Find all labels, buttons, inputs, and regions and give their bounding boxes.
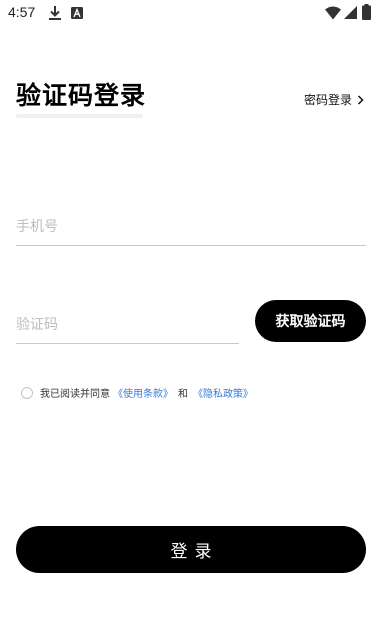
signal-icon	[344, 6, 357, 19]
and-text: 和	[178, 389, 188, 400]
battery-icon	[362, 4, 371, 20]
title-underline	[16, 114, 143, 118]
login-button[interactable]: 登录	[16, 526, 366, 573]
terms-link[interactable]: 《使用条款》	[113, 385, 173, 400]
wifi-icon	[325, 6, 341, 20]
privacy-link[interactable]: 《隐私政策》	[193, 385, 253, 400]
get-code-button[interactable]: 获取验证码	[255, 300, 366, 342]
chevron-right-icon	[357, 94, 364, 105]
a-icon	[71, 7, 83, 19]
status-bar: 4:57	[0, 0, 382, 26]
download-icon	[49, 6, 61, 20]
agreement-row: 我已阅读并同意 《使用条款》 和 《隐私政策》	[21, 385, 253, 400]
code-field	[16, 310, 239, 344]
password-login-label: 密码登录	[304, 93, 353, 107]
agreement-checkbox[interactable]	[21, 386, 33, 399]
agreement-text: 我已阅读并同意	[40, 389, 110, 400]
verification-code-input[interactable]	[16, 310, 239, 340]
phone-field	[16, 212, 366, 246]
password-login-link[interactable]: 密码登录	[304, 91, 364, 108]
page-title: 验证码登录	[16, 81, 147, 110]
status-time: 4:57	[8, 4, 36, 20]
phone-input[interactable]	[16, 212, 366, 242]
